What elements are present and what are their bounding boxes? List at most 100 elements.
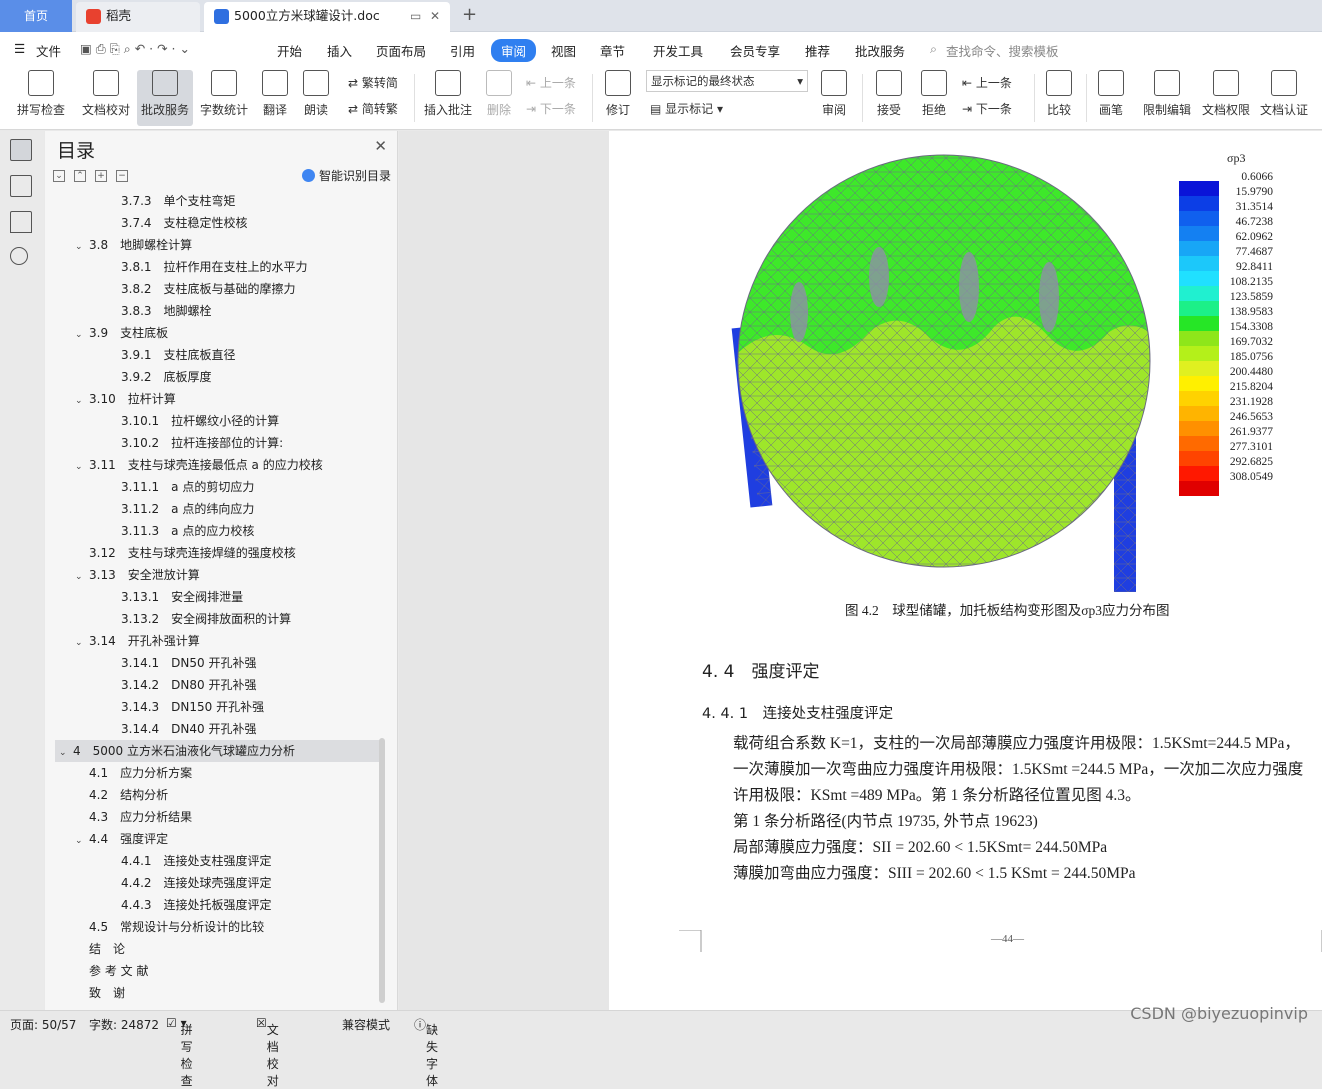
hamburger-icon[interactable]: ☰ <box>14 41 25 56</box>
chevron-down-icon[interactable]: ⌄ <box>75 566 89 588</box>
toc-item[interactable]: 4.4.3 连接处托板强度评定 <box>45 894 375 916</box>
toc-item[interactable]: 4.4.1 连接处支柱强度评定 <box>45 850 375 872</box>
next-change-button[interactable]: ⇥ 下一条 <box>962 100 1012 117</box>
toc-scrollbar[interactable] <box>379 738 385 1003</box>
word-count[interactable]: 字数: 24872 <box>89 1016 159 1033</box>
missing-font[interactable]: ⓘ 缺失字体 <box>414 1016 438 1088</box>
toc-item[interactable]: 3.12 支柱与球壳连接焊缝的强度校核 <box>45 542 375 564</box>
translate-button[interactable]: 翻译 <box>256 70 294 118</box>
menu-insert[interactable]: 插入 <box>327 41 352 60</box>
toc-item[interactable]: 3.14.3 DN150 开孔补强 <box>45 696 375 718</box>
remove-heading-icon[interactable]: − <box>116 170 128 182</box>
toc-item[interactable]: 3.14.2 DN80 开孔补强 <box>45 674 375 696</box>
close-icon[interactable]: ✕ <box>430 2 440 30</box>
menu-start[interactable]: 开始 <box>277 41 302 60</box>
next-comment-button[interactable]: ⇥ 下一条 <box>526 100 576 117</box>
toc-item[interactable]: 3.7.3 单个支柱弯矩 <box>45 190 375 212</box>
toc-item[interactable]: 致 谢 <box>45 982 375 1004</box>
menu-reference[interactable]: 引用 <box>450 41 475 60</box>
menu-grading[interactable]: 批改服务 <box>855 41 905 60</box>
chapter-nav-icon[interactable] <box>10 175 32 197</box>
expand-up-icon[interactable]: ⌃ <box>74 170 86 182</box>
reject-button[interactable]: 拒绝 <box>915 70 953 118</box>
new-tab-button[interactable]: + <box>462 4 477 25</box>
trad-to-simp-button[interactable]: ⇄ 繁转简 <box>348 74 398 91</box>
simp-to-trad-button[interactable]: ⇄ 简转繁 <box>348 100 398 117</box>
word-count-button[interactable]: 字数统计 <box>197 70 251 118</box>
toc-item[interactable]: 3.13.1 安全阀排泄量 <box>45 586 375 608</box>
command-search[interactable]: 查找命令、搜索模板 <box>946 41 1059 60</box>
grading-service-button[interactable]: 批改服务 <box>137 70 193 126</box>
toc-item[interactable]: ⌄ 3.9 支柱底板 <box>45 322 375 344</box>
menu-dev-tools[interactable]: 开发工具 <box>653 41 703 60</box>
toc-item[interactable]: 3.8.1 拉杆作用在支柱上的水平力 <box>45 256 375 278</box>
menu-view[interactable]: 视图 <box>551 41 576 60</box>
add-heading-icon[interactable]: + <box>95 170 107 182</box>
doc-certify-button[interactable]: 文档认证 <box>1258 70 1310 118</box>
toc-item[interactable]: 3.11.1 a 点的剪切应力 <box>45 476 375 498</box>
prev-comment-button[interactable]: ⇤ 上一条 <box>526 74 576 91</box>
menu-review[interactable]: 审阅 <box>491 39 537 62</box>
toc-item[interactable]: ⌄ 4.4 强度评定 <box>45 828 375 850</box>
toc-item[interactable]: 3.9.2 底板厚度 <box>45 366 375 388</box>
review-pane-button[interactable]: 审阅 <box>816 70 852 118</box>
toc-item[interactable]: 3.10.1 拉杆螺纹小径的计算 <box>45 410 375 432</box>
proofread-button[interactable]: 文档校对 <box>78 70 134 118</box>
pen-button[interactable]: 画笔 <box>1094 70 1128 118</box>
spell-check-button[interactable]: 拼写检查 <box>10 70 72 118</box>
insert-comment-button[interactable]: 插入批注 <box>422 70 474 118</box>
chevron-down-icon[interactable]: ⌄ <box>75 236 89 258</box>
show-markup-button[interactable]: ▤ 显示标记 ▾ <box>650 100 723 117</box>
tab-home[interactable]: 首页 <box>0 0 72 32</box>
compare-button[interactable]: 比较 <box>1040 70 1078 118</box>
quick-access-icons[interactable]: ▣ ⎙ ⎘ ⌕ ↶ · ↷ · ⌄ <box>80 41 190 57</box>
chevron-down-icon[interactable]: ⌄ <box>75 632 89 654</box>
status-spell-check[interactable]: ☑ 拼写检查 ▾ <box>166 1016 193 1088</box>
bookmark-icon[interactable] <box>10 211 32 233</box>
toc-item[interactable]: 参 考 文 献 <box>45 960 375 982</box>
menu-file[interactable]: 文件 <box>36 41 61 60</box>
menu-recommend[interactable]: 推荐 <box>805 41 830 60</box>
toc-item[interactable]: 4.4.2 连接处球壳强度评定 <box>45 872 375 894</box>
toc-item[interactable]: 结 论 <box>45 938 375 960</box>
toc-item[interactable]: 3.13.2 安全阀排放面积的计算 <box>45 608 375 630</box>
delete-comment-button[interactable]: 删除 <box>481 70 517 118</box>
toc-item[interactable]: ⌄ 3.8 地脚螺栓计算 <box>45 234 375 256</box>
toc-item[interactable]: 3.11.3 a 点的应力校核 <box>45 520 375 542</box>
toc-item[interactable]: 4.3 应力分析结果 <box>45 806 375 828</box>
status-proofread[interactable]: ☒ 文档校对 <box>256 1016 279 1088</box>
toc-item[interactable]: ⌄ 4 5000 立方米石油液化气球罐应力分析 <box>55 740 380 762</box>
toc-item[interactable]: 3.7.4 支柱稳定性校核 <box>45 212 375 234</box>
search-icon[interactable]: ⌕ <box>930 41 937 57</box>
toc-item[interactable]: ⌄ 3.10 拉杆计算 <box>45 388 375 410</box>
chevron-down-icon[interactable]: ⌄ <box>75 390 89 412</box>
tab-docer[interactable]: 稻壳 <box>76 2 200 32</box>
toc-panel-icon[interactable] <box>10 139 32 161</box>
pin-icon[interactable]: ▭ <box>410 2 421 30</box>
tab-document[interactable]: 5000立方米球罐设计.doc ▭ ✕ <box>204 2 450 32</box>
toc-item[interactable]: 4.5 常规设计与分析设计的比较 <box>45 916 375 938</box>
collapse-all-icon[interactable]: ⌄ <box>53 170 65 182</box>
document-page[interactable]: σp3 0.6066 15.9790 31.3514 46.7238 62.0962 77… <box>609 131 1322 1010</box>
toc-item[interactable]: 3.10.2 拉杆连接部位的计算: <box>45 432 375 454</box>
toc-item[interactable]: 3.14.4 DN40 开孔补强 <box>45 718 375 740</box>
chevron-down-icon[interactable]: ⌄ <box>75 456 89 478</box>
markup-state-select[interactable]: 显示标记的最终状态 ▾ <box>646 70 808 92</box>
chevron-down-icon[interactable]: ⌄ <box>59 742 73 764</box>
toc-item[interactable]: 3.11.2 a 点的纬向应力 <box>45 498 375 520</box>
close-icon[interactable]: ✕ <box>374 137 387 155</box>
prev-change-button[interactable]: ⇤ 上一条 <box>962 74 1012 91</box>
toc-item[interactable]: 3.8.3 地脚螺栓 <box>45 300 375 322</box>
toc-item[interactable]: 3.14.1 DN50 开孔补强 <box>45 652 375 674</box>
menu-layout[interactable]: 页面布局 <box>376 41 426 60</box>
toc-item[interactable]: ⌄ 3.14 开孔补强计算 <box>45 630 375 652</box>
toc-item[interactable]: 4.1 应力分析方案 <box>45 762 375 784</box>
toc-item[interactable]: 3.9.1 支柱底板直径 <box>45 344 375 366</box>
restrict-edit-button[interactable]: 限制编辑 <box>1141 70 1193 118</box>
toc-item[interactable]: ⌄ 3.13 安全泄放计算 <box>45 564 375 586</box>
chevron-down-icon[interactable]: ⌄ <box>75 324 89 346</box>
track-changes-button[interactable]: 修订 <box>600 70 636 118</box>
search-icon[interactable] <box>10 247 28 265</box>
smart-toc-button[interactable]: 智能识别目录 <box>301 167 391 184</box>
accept-button[interactable]: 接受 <box>870 70 908 118</box>
